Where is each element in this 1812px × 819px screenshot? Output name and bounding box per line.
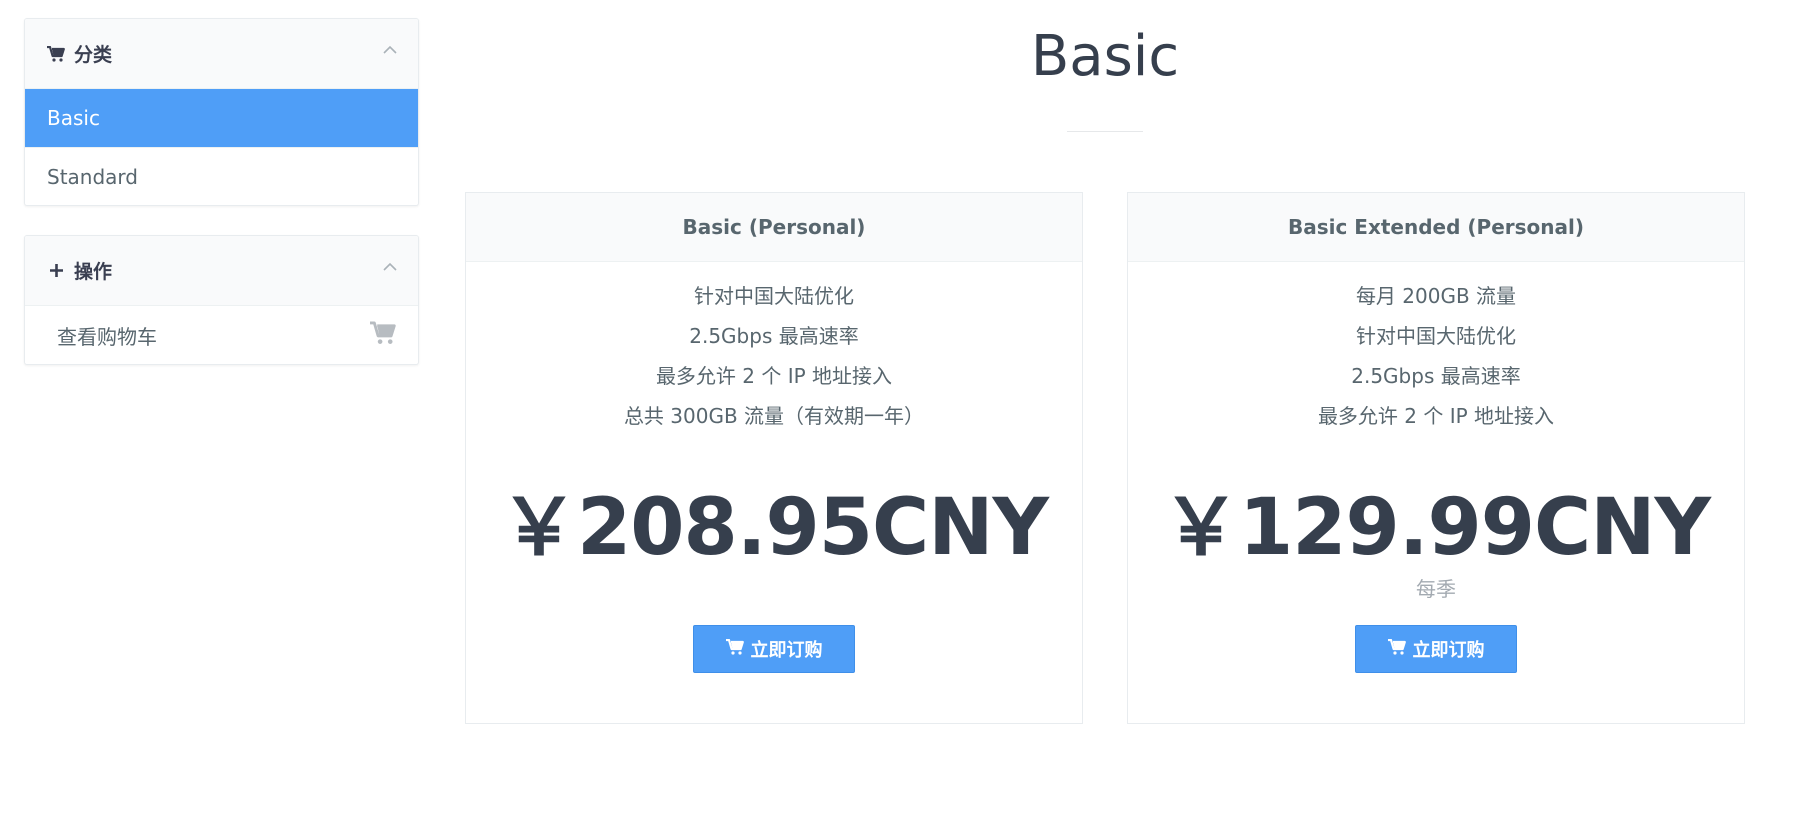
order-now-label: 立即订购 [1412, 640, 1485, 661]
cart-icon [1387, 638, 1406, 660]
title-divider [1067, 131, 1143, 132]
sidebar-item-label: Standard [47, 164, 138, 189]
actions-panel-header[interactable]: 操作 [25, 236, 418, 306]
actions-title: 操作 [74, 261, 113, 283]
categories-panel-header[interactable]: 分类 [25, 19, 418, 89]
feature-item: 2.5Gbps 最高速率 [689, 324, 859, 348]
product-price: ￥208.95CNY [500, 483, 1049, 573]
feature-item: 2.5Gbps 最高速率 [1351, 364, 1521, 388]
plus-icon [47, 262, 65, 280]
feature-item: 最多允许 2 个 IP 地址接入 [655, 364, 893, 388]
feature-item: 总共 300GB 流量（有效期一年） [623, 404, 925, 428]
view-cart-link[interactable]: 查看购物车 [25, 306, 418, 364]
feature-list: 每月 200GB 流量 针对中国大陆优化 2.5Gbps 最高速率 最多允许 2… [1128, 262, 1744, 436]
actions-panel: 操作 查看购物车 [24, 235, 419, 365]
order-now-button[interactable]: 立即订购 [693, 625, 855, 673]
cart-icon [725, 638, 744, 660]
chevron-up-icon[interactable] [382, 41, 398, 57]
cart-icon [47, 45, 65, 63]
product-name: Basic Extended (Personal) [1128, 193, 1744, 262]
feature-item: 每月 200GB 流量 [1355, 284, 1517, 308]
order-now-label: 立即订购 [750, 640, 823, 661]
page-title: Basic [1030, 24, 1180, 89]
feature-list: 针对中国大陆优化 2.5Gbps 最高速率 最多允许 2 个 IP 地址接入 总… [466, 262, 1082, 436]
feature-item: 最多允许 2 个 IP 地址接入 [1317, 404, 1555, 428]
sidebar-item-basic[interactable]: Basic [25, 89, 418, 147]
cart-icon [370, 320, 396, 350]
product-card-basic-extended-personal: Basic Extended (Personal) 每月 200GB 流量 针对… [1127, 192, 1745, 724]
feature-item: 针对中国大陆优化 [694, 284, 854, 308]
product-name: Basic (Personal) [466, 193, 1082, 262]
sidebar-item-standard[interactable]: Standard [25, 147, 418, 205]
categories-panel: 分类 Basic Standard [24, 18, 419, 206]
billing-cycle: 每季 [1416, 577, 1456, 601]
feature-item: 针对中国大陆优化 [1356, 324, 1516, 348]
view-cart-label: 查看购物车 [57, 324, 157, 349]
chevron-up-icon[interactable] [382, 258, 398, 274]
categories-title: 分类 [74, 44, 113, 66]
product-price: ￥129.99CNY [1162, 483, 1711, 573]
order-now-button[interactable]: 立即订购 [1355, 625, 1517, 673]
sidebar-item-label: Basic [47, 106, 100, 130]
product-card-basic-personal: Basic (Personal) 针对中国大陆优化 2.5Gbps 最高速率 最… [465, 192, 1083, 724]
